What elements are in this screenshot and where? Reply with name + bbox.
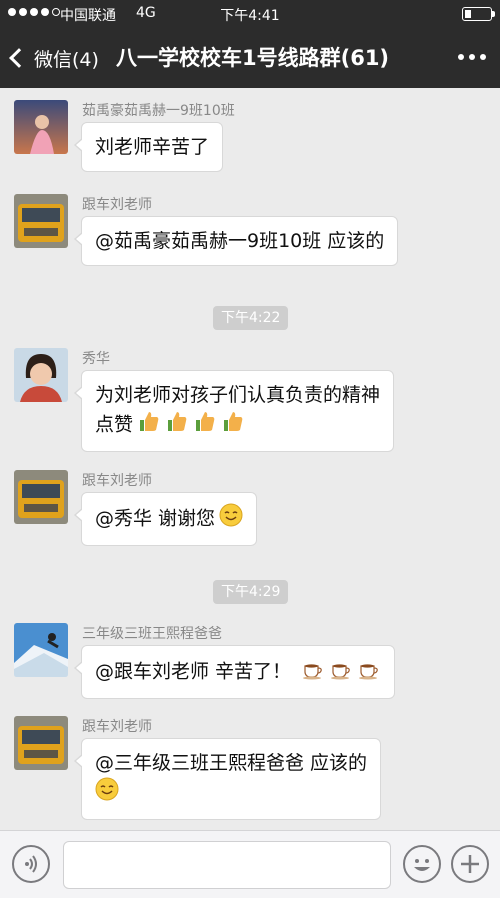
thumbs-up-icon — [165, 409, 189, 441]
coffee-icon — [357, 656, 381, 688]
message-text: 为刘老师对孩子们认真负责的精神 — [95, 384, 381, 406]
avatar[interactable] — [14, 100, 68, 154]
message-bubble[interactable]: @茹禹豪茹禹赫一9班10班 应该的 — [73, 216, 399, 266]
message-bubble[interactable]: 为刘老师对孩子们认真负责的精神 点赞 — [73, 370, 395, 452]
input-bar — [0, 830, 500, 898]
sender-name: 茹禹豪茹禹赫一9班10班 — [82, 103, 235, 119]
message-bubble[interactable]: 刘老师辛苦了 — [73, 122, 224, 172]
message-text: 刘老师辛苦了 — [95, 136, 210, 158]
back-button[interactable]: 微信(4) — [9, 40, 99, 76]
chat-title: 八一学校校车1号线路群(61) — [116, 46, 390, 70]
coffee-icon — [329, 656, 353, 688]
status-time: 下午4:41 — [220, 8, 280, 24]
thumbs-up-icon — [137, 409, 161, 441]
message-text: 点赞 — [95, 413, 134, 436]
sender-name: 跟车刘老师 — [82, 719, 152, 735]
smile-icon — [95, 777, 119, 809]
timestamp: 下午4:29 — [213, 580, 289, 604]
sender-name: 秀华 — [82, 351, 110, 367]
top-bar: 中国联通 4G 下午4:41 微信(4) 八一学校校车1号线路群(61) — [0, 0, 500, 88]
message-bubble[interactable]: @秀华 谢谢您 — [73, 492, 258, 546]
smile-icon — [219, 503, 243, 535]
status-bar: 中国联通 4G 下午4:41 — [0, 0, 500, 28]
thumbs-up-icon — [221, 409, 245, 441]
message-text: @秀华 谢谢您 — [95, 507, 216, 530]
coffee-icon — [301, 656, 325, 688]
nav-bar: 微信(4) 八一学校校车1号线路群(61) — [0, 28, 500, 88]
message-text: @跟车刘老师 辛苦了！ — [95, 660, 292, 683]
message-input[interactable] — [63, 841, 391, 889]
avatar[interactable] — [14, 470, 68, 524]
message-bubble[interactable]: @三年级三班王熙程爸爸 应该的 — [73, 738, 382, 820]
message-bubble[interactable]: @跟车刘老师 辛苦了！ — [73, 645, 396, 699]
emoji-icon[interactable] — [403, 845, 441, 883]
message-text: @茹禹豪茹禹赫一9班10班 应该的 — [95, 230, 385, 252]
battery-icon — [462, 7, 495, 21]
sender-name: 跟车刘老师 — [82, 197, 152, 213]
avatar[interactable] — [14, 623, 68, 677]
chevron-left-icon — [9, 48, 29, 68]
message-text: @三年级三班王熙程爸爸 应该的 — [95, 752, 368, 774]
chat-area[interactable]: 茹禹豪茹禹赫一9班10班 刘老师辛苦了 跟车刘老师 @茹禹豪茹禹赫一9班10班 … — [0, 88, 500, 830]
add-icon[interactable] — [451, 845, 489, 883]
avatar[interactable] — [14, 194, 68, 248]
thumbs-up-icon — [193, 409, 217, 441]
avatar[interactable] — [14, 348, 68, 402]
avatar[interactable] — [14, 716, 68, 770]
more-options-icon[interactable] — [458, 54, 486, 60]
sender-name: 三年级三班王熙程爸爸 — [82, 626, 222, 642]
sender-name: 跟车刘老师 — [82, 473, 152, 489]
timestamp: 下午4:22 — [213, 306, 289, 330]
voice-icon[interactable] — [12, 845, 50, 883]
back-label: 微信(4) — [34, 48, 99, 71]
